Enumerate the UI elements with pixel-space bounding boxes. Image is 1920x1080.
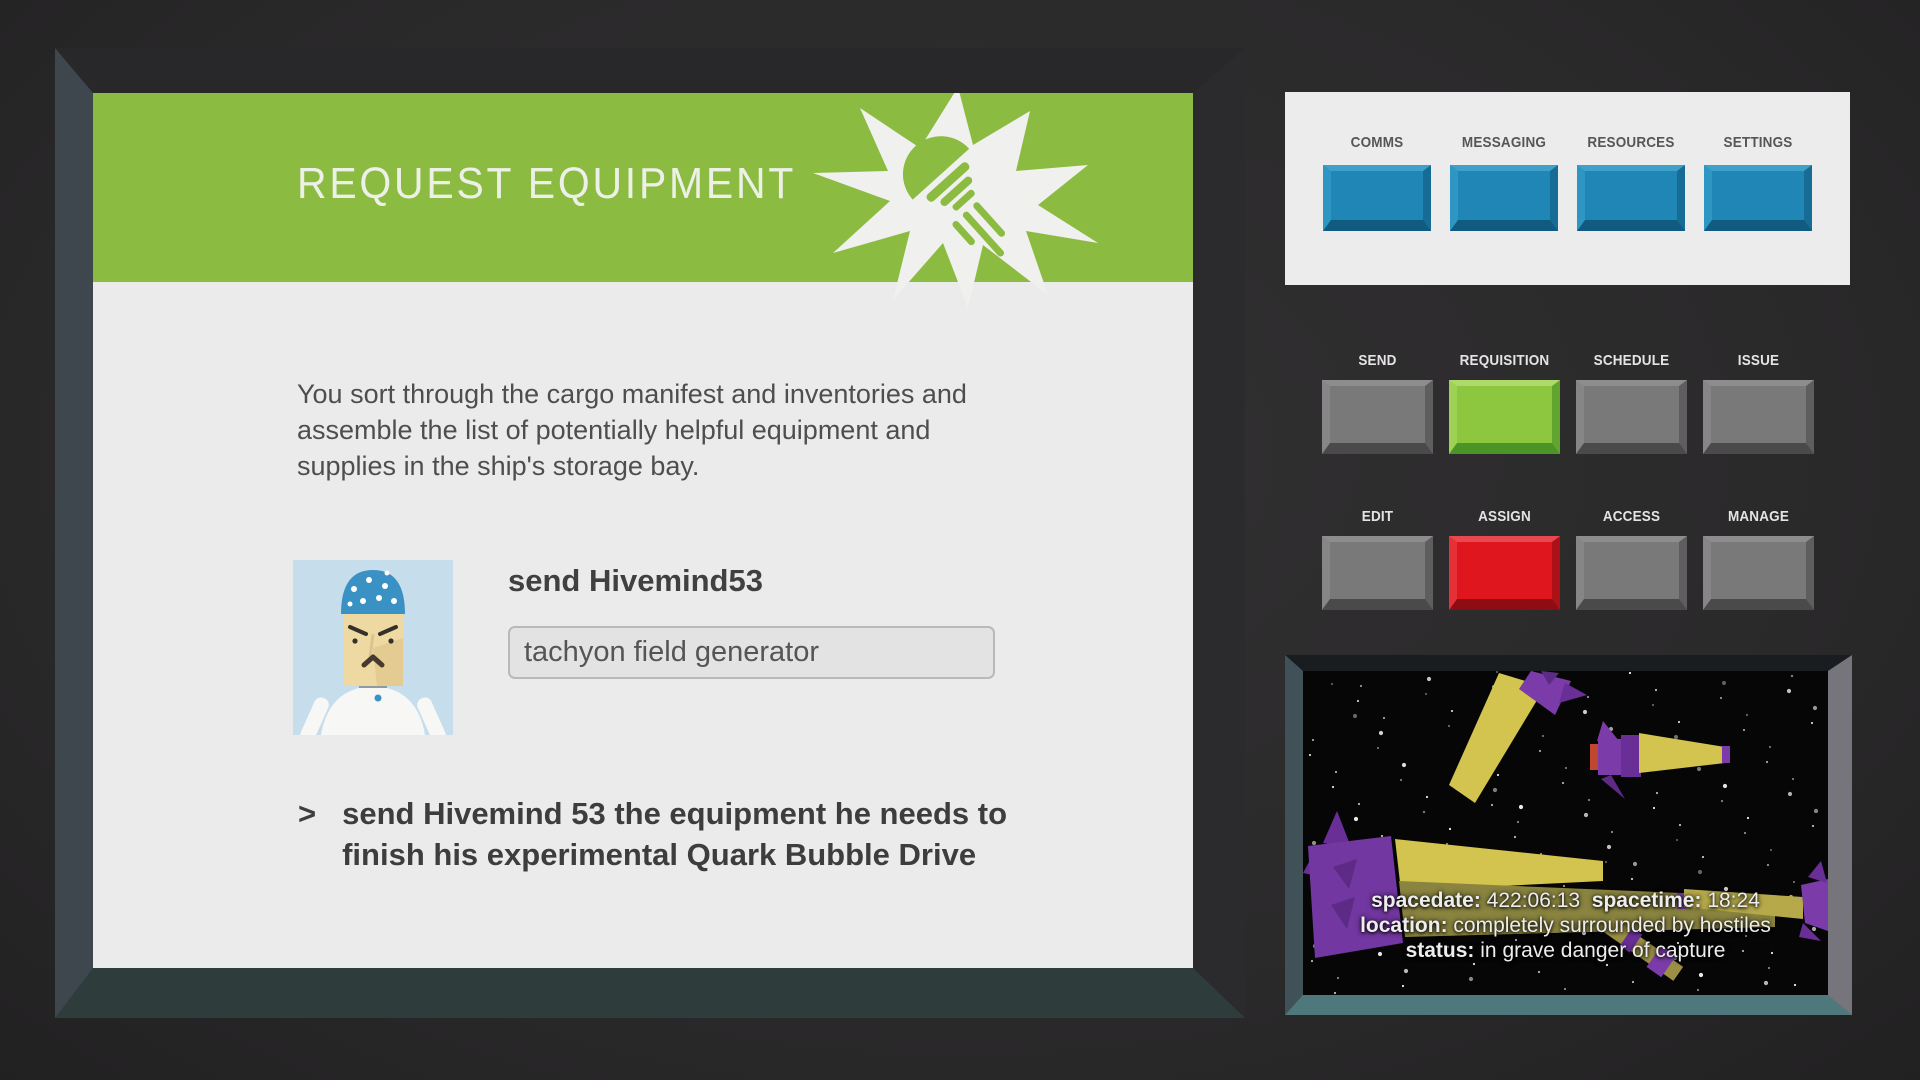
keypad-col-assign: ASSIGN xyxy=(1449,508,1560,610)
action-keypad: SEND REQUISITION SCHEDULE ISSUE EDIT ASS… xyxy=(1285,330,1850,642)
recipient-label: send Hivemind53 xyxy=(508,563,763,599)
equipment-input[interactable] xyxy=(508,626,995,679)
edit-key[interactable] xyxy=(1322,536,1433,610)
settings-key[interactable] xyxy=(1704,165,1812,231)
schedule-label: SCHEDULE xyxy=(1581,352,1681,369)
edit-label: EDIT xyxy=(1327,508,1427,525)
issue-key[interactable] xyxy=(1703,380,1814,454)
settings-label: SETTINGS xyxy=(1709,134,1806,151)
hivemind-avatar xyxy=(293,560,453,735)
messaging-label: MESSAGING xyxy=(1455,134,1552,151)
viewscreen-display: spacedate: 422:06:13 spacetime: 18:24 lo… xyxy=(1303,671,1828,995)
panel-header: REQUEST EQUIPMENT xyxy=(93,93,1193,282)
manage-key[interactable] xyxy=(1703,536,1814,610)
assign-key[interactable] xyxy=(1449,536,1560,610)
send-label: SEND xyxy=(1327,352,1427,369)
keypad-col-access: ACCESS xyxy=(1576,508,1687,610)
menu-col-resources: RESOURCES xyxy=(1577,134,1685,285)
menu-col-messaging: MESSAGING xyxy=(1450,134,1558,285)
keypad-row-2: EDIT ASSIGN ACCESS MANAGE xyxy=(1285,486,1850,610)
requisition-label: REQUISITION xyxy=(1454,352,1554,369)
comms-label: COMMS xyxy=(1328,134,1425,151)
page-title: REQUEST EQUIPMENT xyxy=(297,159,796,209)
menu-col-comms: COMMS xyxy=(1323,134,1431,285)
send-key[interactable] xyxy=(1322,380,1433,454)
menu-col-settings: SETTINGS xyxy=(1704,134,1812,285)
keypad-col-requisition: REQUISITION xyxy=(1449,352,1560,454)
resources-label: RESOURCES xyxy=(1582,134,1679,151)
viewscreen-monitor: spacedate: 422:06:13 spacetime: 18:24 lo… xyxy=(1285,655,1852,1015)
narrative-text: You sort through the cargo manifest and … xyxy=(297,376,997,484)
manage-label: MANAGE xyxy=(1708,508,1808,525)
resources-key[interactable] xyxy=(1577,165,1685,231)
schedule-key[interactable] xyxy=(1576,380,1687,454)
comms-key[interactable] xyxy=(1323,165,1431,231)
ship-status-readout: spacedate: 422:06:13 spacetime: 18:24 lo… xyxy=(1303,888,1828,963)
keypad-row-1: SEND REQUISITION SCHEDULE ISSUE xyxy=(1285,330,1850,454)
status-line-2: location: completely surrounded by hosti… xyxy=(1303,913,1828,938)
messaging-key[interactable] xyxy=(1450,165,1558,231)
keypad-col-manage: MANAGE xyxy=(1703,508,1814,610)
request-equipment-panel: REQUEST EQUIPMENT You sort through the c… xyxy=(55,48,1245,1018)
issue-label: ISSUE xyxy=(1708,352,1808,369)
keypad-col-issue: ISSUE xyxy=(1703,352,1814,454)
requisition-key[interactable] xyxy=(1449,380,1560,454)
starburst-rocket-icon xyxy=(798,93,1098,308)
assign-label: ASSIGN xyxy=(1454,508,1554,525)
access-label: ACCESS xyxy=(1581,508,1681,525)
top-menu-panel: COMMS MESSAGING RESOURCES SETTINGS xyxy=(1285,92,1850,285)
status-line-3: status: in grave danger of capture xyxy=(1303,938,1828,963)
access-key[interactable] xyxy=(1576,536,1687,610)
panel-content: REQUEST EQUIPMENT You sort through the c… xyxy=(93,93,1193,968)
command-prompt: > send Hivemind 53 the equipment he need… xyxy=(298,793,1178,875)
keypad-col-schedule: SCHEDULE xyxy=(1576,352,1687,454)
status-line-1: spacedate: 422:06:13 spacetime: 18:24 xyxy=(1303,888,1828,913)
prompt-marker: > xyxy=(298,793,316,875)
keypad-col-edit: EDIT xyxy=(1322,508,1433,610)
keypad-col-send: SEND xyxy=(1322,352,1433,454)
prompt-text: send Hivemind 53 the equipment he needs … xyxy=(342,793,1042,875)
